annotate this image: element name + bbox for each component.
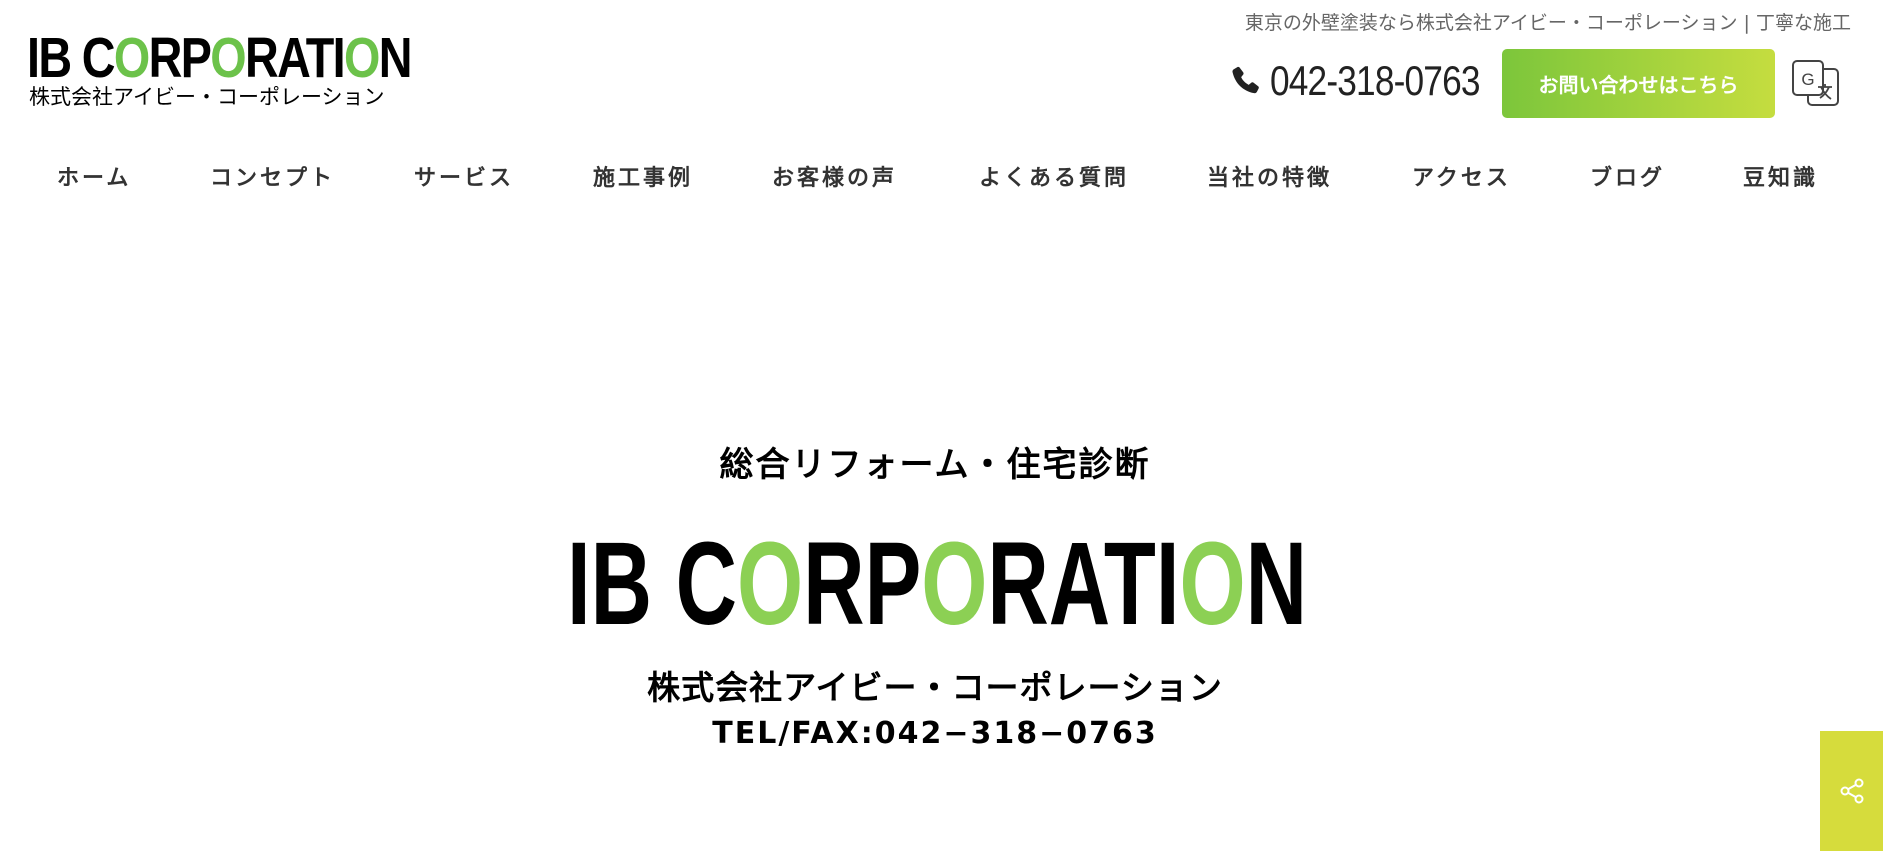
site-tagline: 東京の外壁塗装なら株式会社アイビー・コーポレーション | 丁寧な施工 [1244, 12, 1851, 34]
nav-item-blog[interactable]: ブログ [1590, 160, 1665, 192]
svg-text:G: G [1801, 70, 1814, 89]
nav-item-voices[interactable]: お客様の声 [772, 160, 897, 192]
contact-button[interactable]: お問い合わせはこちら [1502, 49, 1775, 118]
nav-item-home[interactable]: ホーム [57, 160, 131, 192]
logo-wordmark: IB CORPORATION [27, 26, 413, 90]
phone-link[interactable]: 042-318-0763 [1228, 56, 1520, 106]
main-nav: ホーム コンセプト サービス 施工事例 お客様の声 よくある質問 当社の特徴 ア… [0, 160, 1883, 192]
phone-number: 042-318-0763 [1270, 57, 1480, 104]
hero-tel-fax: TEL/FAX:042−318−0763 [712, 716, 1158, 751]
nav-item-service[interactable]: サービス [414, 160, 514, 192]
nav-item-trivia[interactable]: 豆知識 [1743, 160, 1818, 192]
svg-text:IB CORPORATION: IB CORPORATION [567, 518, 1307, 633]
nav-item-access[interactable]: アクセス [1412, 160, 1511, 192]
hero-tagline: 総合リフォーム・住宅診断 [719, 445, 1151, 485]
hero-company-name: 株式会社アイビー・コーポレーション [647, 668, 1223, 707]
nav-item-faq[interactable]: よくある質問 [979, 160, 1129, 192]
hero-logo: IB CORPORATION [567, 518, 1307, 633]
share-button[interactable] [1820, 731, 1883, 851]
nav-item-works[interactable]: 施工事例 [593, 160, 693, 192]
nav-item-features[interactable]: 当社の特徴 [1207, 160, 1332, 192]
nav-item-concept[interactable]: コンセプト [210, 160, 335, 192]
site-logo[interactable]: IB CORPORATION 株式会社アイビー・コーポレーション [27, 26, 413, 112]
phone-icon [1232, 66, 1259, 94]
google-translate-icon[interactable]: G [1790, 57, 1842, 109]
share-icon [1840, 778, 1863, 804]
logo-company-name: 株式会社アイビー・コーポレーション [29, 85, 385, 109]
